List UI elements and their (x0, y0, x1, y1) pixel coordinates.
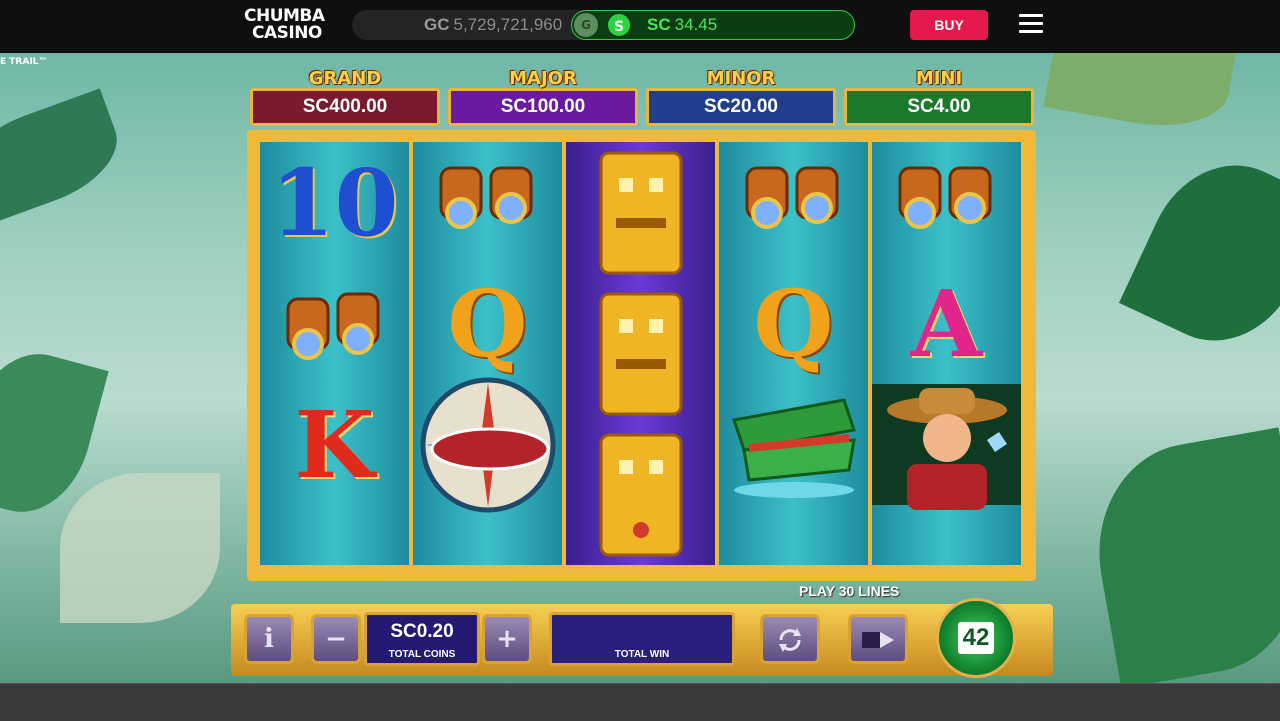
decrease-bet-button[interactable]: − (311, 614, 361, 664)
balance-bar: GC 5,729,721,960 G S SC 34.45 (352, 10, 855, 40)
binoculars-icon (413, 142, 562, 263)
gold-coin-balance: GC 5,729,721,960 (424, 15, 562, 35)
leaf-decoration (1081, 427, 1280, 683)
jackpot-minor: MINOR SC20.00 (646, 68, 836, 130)
symbol-k-icon: K (294, 390, 375, 499)
total-coins-value: SC0.20 (390, 621, 454, 642)
rock-decoration (60, 473, 220, 623)
spin-button[interactable]: 42 (936, 598, 1016, 678)
explorer-icon (872, 384, 1021, 510)
spin-count: 42 (958, 622, 994, 654)
logo-line-2: CASINO (252, 23, 322, 43)
symbol-a-icon: A (910, 269, 983, 378)
gold-coin-toggle-icon[interactable]: G (574, 13, 598, 37)
total-coins-label: TOTAL COINS (388, 649, 456, 660)
jackpot-mini: MINI SC4.00 (844, 68, 1034, 130)
sweeps-coin-toggle-icon[interactable]: S (606, 12, 632, 38)
jackpot-name: GRAND (308, 68, 382, 89)
jackpot-grand: GRAND SC400.00 (250, 68, 440, 130)
binoculars-icon (719, 142, 868, 263)
bottom-bar (0, 683, 1280, 721)
autoplay-icon[interactable] (760, 614, 820, 664)
sc-label: SC (647, 15, 671, 34)
reel-2: Q (413, 142, 562, 565)
sweeps-coin-balance[interactable]: G S SC 34.45 (571, 10, 855, 40)
jackpot-name: MINI (915, 68, 963, 89)
symbol-q-icon: Q (447, 269, 528, 378)
buy-button[interactable]: BUY (910, 10, 988, 40)
totem-icon (566, 142, 715, 283)
leaf-decoration (1043, 53, 1237, 138)
top-bar: CHUMBA CASINO GC 5,729,721,960 G S SC 34.4… (0, 0, 1280, 53)
totem-icon (566, 283, 715, 424)
gc-value: 5,729,721,960 (453, 15, 563, 34)
symbol-ten-icon: 10 (270, 148, 399, 257)
sc-value-text: SC 34.45 (647, 15, 717, 35)
symbol-q-icon: Q (753, 269, 834, 378)
reel-4: Q (719, 142, 868, 565)
hamburger-menu-icon[interactable] (1019, 14, 1043, 36)
chumba-casino-logo[interactable]: CHUMBA CASINO (244, 8, 334, 46)
jackpot-value: SC20.00 (704, 96, 778, 117)
jackpot-value: SC100.00 (500, 96, 586, 117)
reels-area: 10 K Q Q A (260, 142, 1023, 565)
total-coins-panel: SC0.20 TOTAL COINS (364, 612, 480, 666)
jackpot-value: SC400.00 (302, 96, 388, 117)
jackpot-name: MINOR (706, 68, 776, 89)
game-title-fragment: E TRAIL™ (0, 57, 48, 67)
play-lines-label: PLAY 30 LINES (799, 583, 900, 599)
binoculars-icon (872, 142, 1021, 263)
reel-3 (566, 142, 715, 565)
reel-5: A (872, 142, 1021, 565)
leaf-decoration (0, 88, 131, 228)
info-button[interactable]: i (244, 614, 294, 664)
binoculars-icon (260, 263, 409, 384)
total-win-panel: TOTAL WIN (549, 612, 735, 666)
crocodile-icon (719, 384, 868, 505)
leaf-decoration (1118, 139, 1280, 367)
reel-1: 10 K (260, 142, 409, 565)
jackpot-major: MAJOR SC100.00 (448, 68, 638, 130)
sc-value: 34.45 (674, 15, 718, 34)
gc-label: GC (424, 15, 450, 34)
jackpot-value: SC4.00 (907, 96, 971, 117)
turbo-icon[interactable] (848, 614, 908, 664)
increase-bet-button[interactable]: + (482, 614, 532, 664)
jackpot-name: MAJOR (509, 68, 577, 89)
compass-boat-icon (413, 377, 562, 512)
total-win-label: TOTAL WIN (614, 649, 670, 660)
totem-icon (566, 424, 715, 565)
